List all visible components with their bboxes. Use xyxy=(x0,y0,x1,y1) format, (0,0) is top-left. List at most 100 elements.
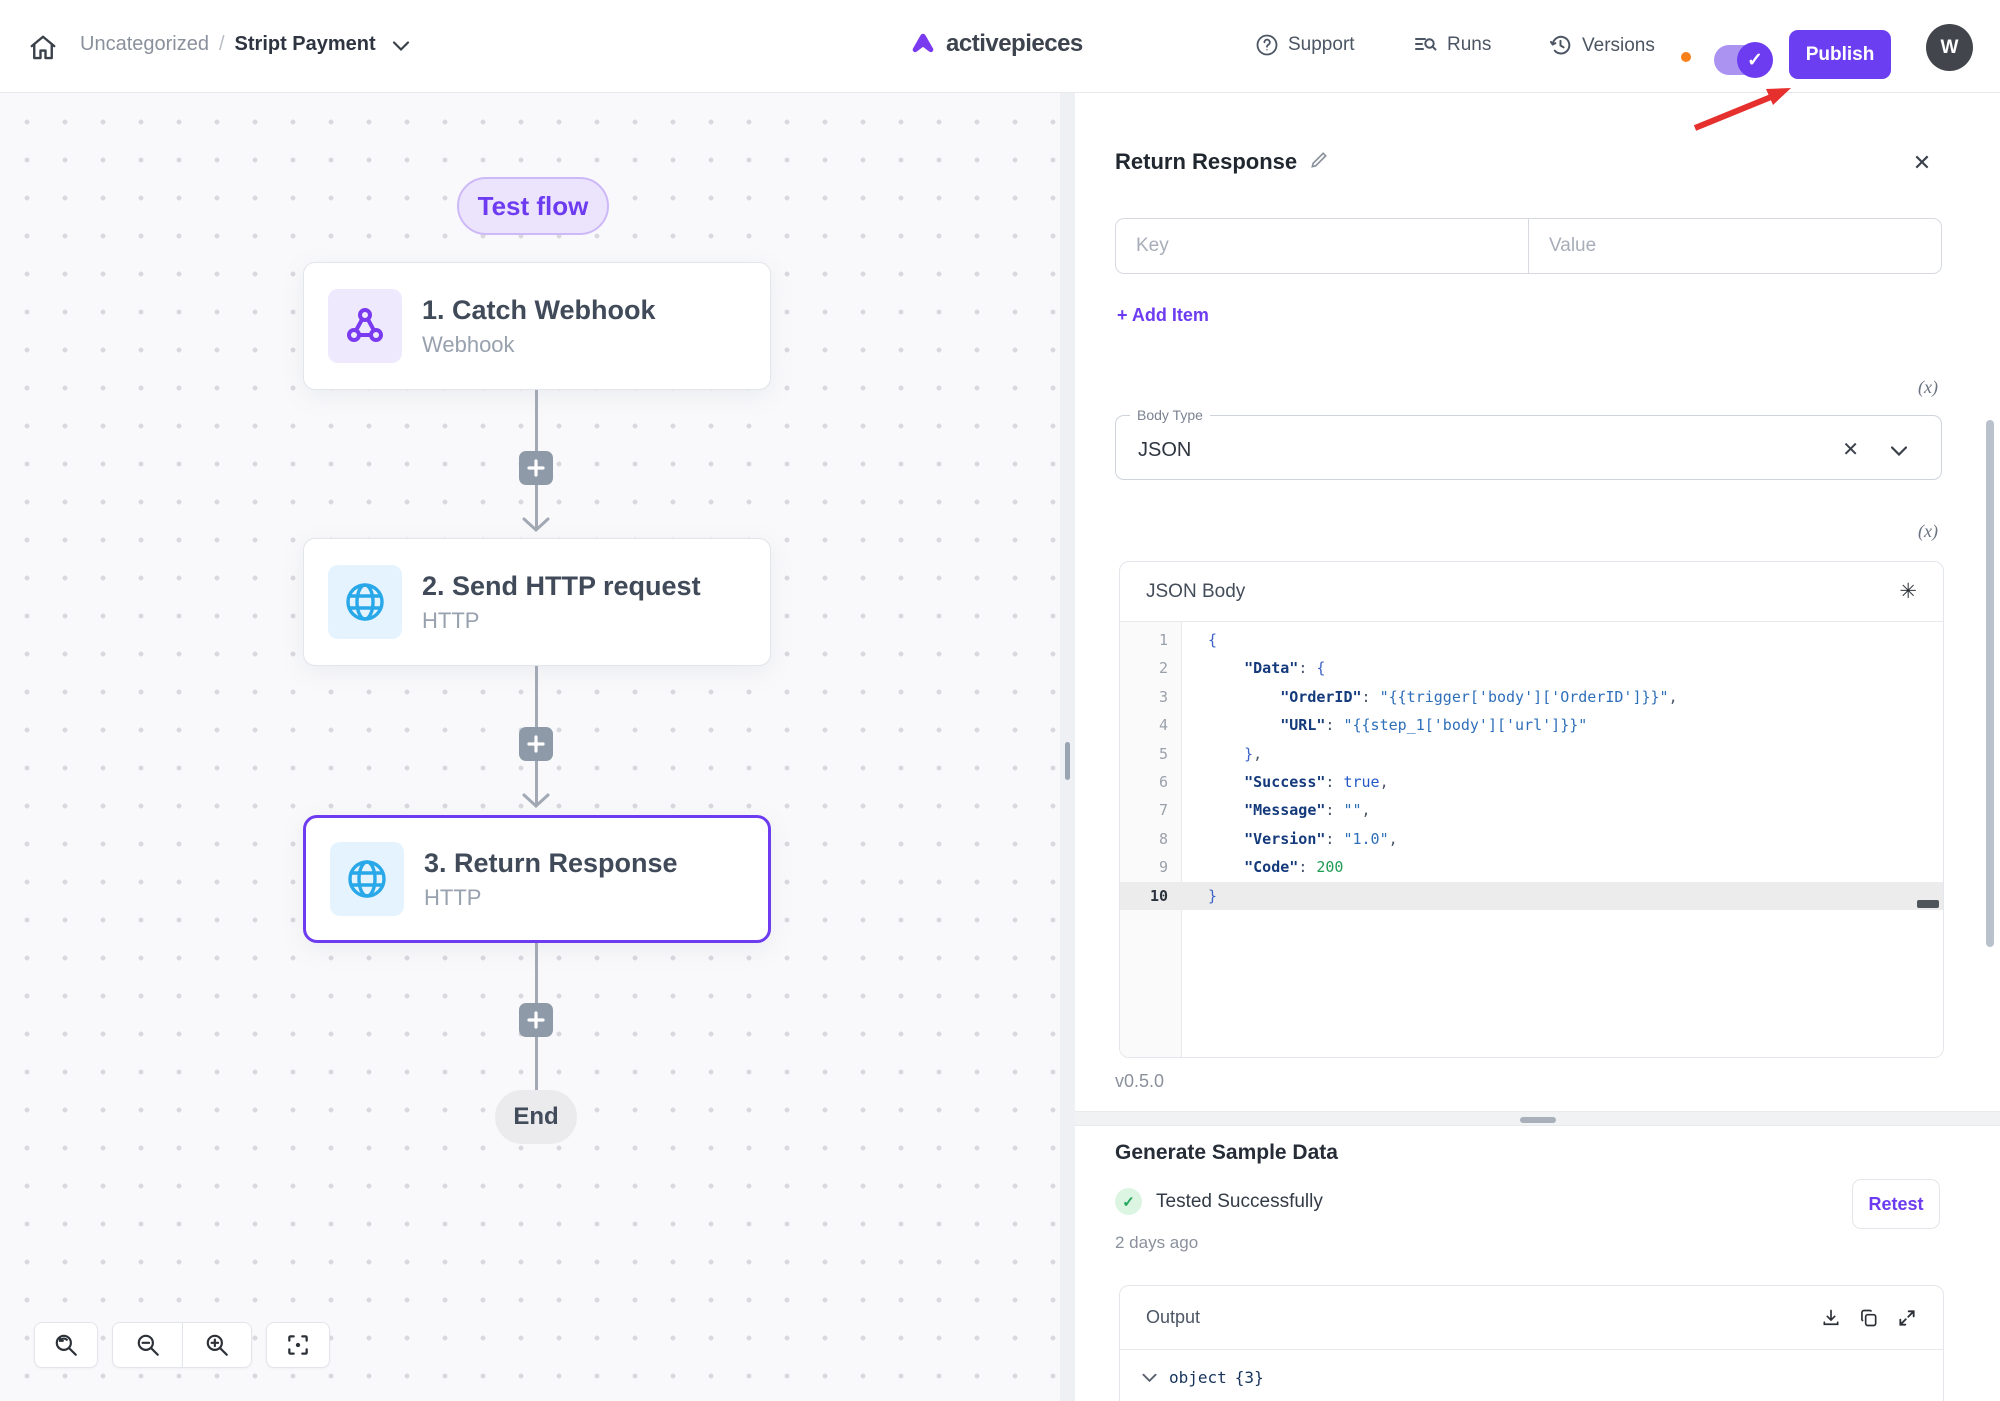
code-line: 5 }, xyxy=(1120,740,1943,768)
reset-zoom-button[interactable] xyxy=(34,1322,98,1368)
editor-scrollbar-thumb[interactable] xyxy=(1917,900,1939,908)
splitter-handle[interactable] xyxy=(1065,742,1070,780)
versions-unsaved-dot xyxy=(1681,52,1691,62)
edge-arrowhead xyxy=(521,516,551,538)
breadcrumb-flow-name[interactable]: Stript Payment xyxy=(235,33,376,56)
panel-title-row: Return Response xyxy=(1115,149,1329,175)
home-icon[interactable] xyxy=(28,33,58,63)
add-step-button[interactable] xyxy=(519,727,553,761)
top-bar: Uncategorized / Stript Payment activepie… xyxy=(0,0,2000,93)
insert-variable-icon[interactable]: (x) xyxy=(1918,521,1938,542)
tree-node-type: object xyxy=(1169,1368,1227,1387)
section-resize-divider[interactable] xyxy=(1075,1111,2000,1126)
code-line: 9 "Code": 200 xyxy=(1120,853,1943,881)
zoom-in-button[interactable] xyxy=(182,1322,252,1368)
flow-node-return-response[interactable]: 3. Return Response HTTP xyxy=(303,815,771,943)
node-title: 2. Send HTTP request xyxy=(422,571,701,602)
globe-icon xyxy=(330,842,404,916)
code-line: 1{ xyxy=(1120,626,1943,654)
test-status-text: Tested Successfully xyxy=(1156,1191,1323,1213)
body-type-select[interactable]: Body Type JSON ✕ xyxy=(1115,407,1942,480)
user-avatar[interactable]: W xyxy=(1926,24,1973,71)
edit-name-icon[interactable] xyxy=(1309,150,1329,175)
panel-scrollbar-thumb[interactable] xyxy=(1986,420,1994,947)
code-line: 4 "URL": "{{step_1['body']['url']}}" xyxy=(1120,711,1943,739)
add-step-button[interactable] xyxy=(519,1003,553,1037)
nav-runs-label: Runs xyxy=(1447,34,1491,56)
ai-assist-icon[interactable]: ✳ xyxy=(1899,579,1917,604)
value-input[interactable] xyxy=(1529,219,1941,273)
divider-drag-handle[interactable] xyxy=(1520,1117,1556,1123)
publish-button[interactable]: Publish xyxy=(1789,30,1891,79)
json-body-label: JSON Body xyxy=(1146,581,1245,603)
panel-resize-splitter[interactable] xyxy=(1060,93,1075,1401)
flow-node-catch-webhook[interactable]: 1. Catch Webhook Webhook xyxy=(303,262,771,390)
code-line: 7 "Message": "", xyxy=(1120,796,1943,824)
add-step-button[interactable] xyxy=(519,451,553,485)
node-subtitle: HTTP xyxy=(422,608,701,634)
sample-data-heading: Generate Sample Data xyxy=(1115,1141,1338,1165)
canvas-zoom-toolbar xyxy=(34,1322,330,1368)
nav-runs[interactable]: Runs xyxy=(1413,33,1491,57)
history-icon xyxy=(1548,33,1573,58)
key-input[interactable] xyxy=(1116,219,1528,273)
tree-node-count: {3} xyxy=(1235,1368,1264,1387)
flow-end-badge: End xyxy=(495,1090,577,1144)
node-title: 3. Return Response xyxy=(424,848,678,879)
insert-variable-icon[interactable]: (x) xyxy=(1918,377,1938,398)
clear-selection-icon[interactable]: ✕ xyxy=(1842,437,1859,462)
globe-icon xyxy=(328,565,402,639)
close-panel-icon[interactable]: ✕ xyxy=(1910,151,1934,175)
add-item-link[interactable]: + Add Item xyxy=(1117,305,1209,326)
runs-icon xyxy=(1413,33,1438,57)
output-actions xyxy=(1821,1308,1917,1328)
test-status-row: ✓ Tested Successfully xyxy=(1115,1188,1323,1215)
body-type-value: JSON xyxy=(1138,439,1191,462)
test-timestamp: 2 days ago xyxy=(1115,1233,1198,1253)
panel-title: Return Response xyxy=(1115,149,1297,175)
nav-support-label: Support xyxy=(1288,34,1355,56)
edge-arrowhead xyxy=(521,792,551,814)
breadcrumb-separator: / xyxy=(219,33,225,56)
node-title: 1. Catch Webhook xyxy=(422,295,656,326)
nav-versions[interactable]: Versions xyxy=(1548,33,1655,58)
flow-canvas[interactable]: Test flow 1. Catch Webhook Webhook xyxy=(0,93,1060,1401)
output-card: Output object {3} xyxy=(1119,1285,1944,1401)
code-lines[interactable]: 1{2 "Data": {3 "OrderID": "{{trigger['bo… xyxy=(1120,626,1943,910)
download-icon[interactable] xyxy=(1821,1308,1841,1328)
breadcrumb-category[interactable]: Uncategorized xyxy=(80,33,209,56)
json-body-header: JSON Body ✳ xyxy=(1120,562,1943,622)
chevron-down-icon[interactable] xyxy=(392,35,410,58)
dropdown-caret-icon[interactable] xyxy=(1891,443,1907,461)
activepieces-logo-icon xyxy=(910,31,936,57)
breadcrumb: Uncategorized / Stript Payment xyxy=(80,31,410,58)
node-subtitle: Webhook xyxy=(422,332,656,358)
output-label: Output xyxy=(1146,1307,1200,1328)
test-flow-button[interactable]: Test flow xyxy=(457,177,609,235)
flow-enabled-toggle[interactable]: ✓ xyxy=(1714,45,1770,75)
body-type-label: Body Type xyxy=(1130,407,1210,423)
output-tree-root[interactable]: object {3} xyxy=(1120,1350,1943,1387)
zoom-out-button[interactable] xyxy=(112,1322,182,1368)
success-check-icon: ✓ xyxy=(1115,1188,1142,1215)
zoom-out-icon xyxy=(135,1332,161,1358)
output-header: Output xyxy=(1120,1286,1943,1350)
zoom-group xyxy=(112,1322,252,1368)
piece-version: v0.5.0 xyxy=(1115,1071,1164,1092)
webhook-icon xyxy=(328,289,402,363)
retest-button[interactable]: Retest xyxy=(1852,1179,1940,1229)
code-line: 6 "Success": true, xyxy=(1120,768,1943,796)
flow-node-send-http[interactable]: 2. Send HTTP request HTTP xyxy=(303,538,771,666)
json-body-editor: JSON Body ✳ 1{2 "Data": {3 "OrderID": "{… xyxy=(1119,561,1944,1058)
code-line: 10} xyxy=(1120,882,1943,910)
nav-support[interactable]: Support xyxy=(1255,33,1355,57)
code-editor[interactable]: 1{2 "Data": {3 "OrderID": "{{trigger['bo… xyxy=(1120,622,1943,1057)
question-circle-icon xyxy=(1255,33,1279,57)
code-line: 3 "OrderID": "{{trigger['body']['OrderID… xyxy=(1120,683,1943,711)
chevron-down-icon xyxy=(1142,1373,1157,1383)
code-line: 8 "Version": "1.0", xyxy=(1120,825,1943,853)
step-settings-panel: Return Response ✕ + Add Item (x) Body Ty… xyxy=(1075,93,2000,1401)
expand-icon[interactable] xyxy=(1897,1308,1917,1328)
copy-icon[interactable] xyxy=(1859,1308,1879,1328)
fit-view-button[interactable] xyxy=(266,1322,330,1368)
